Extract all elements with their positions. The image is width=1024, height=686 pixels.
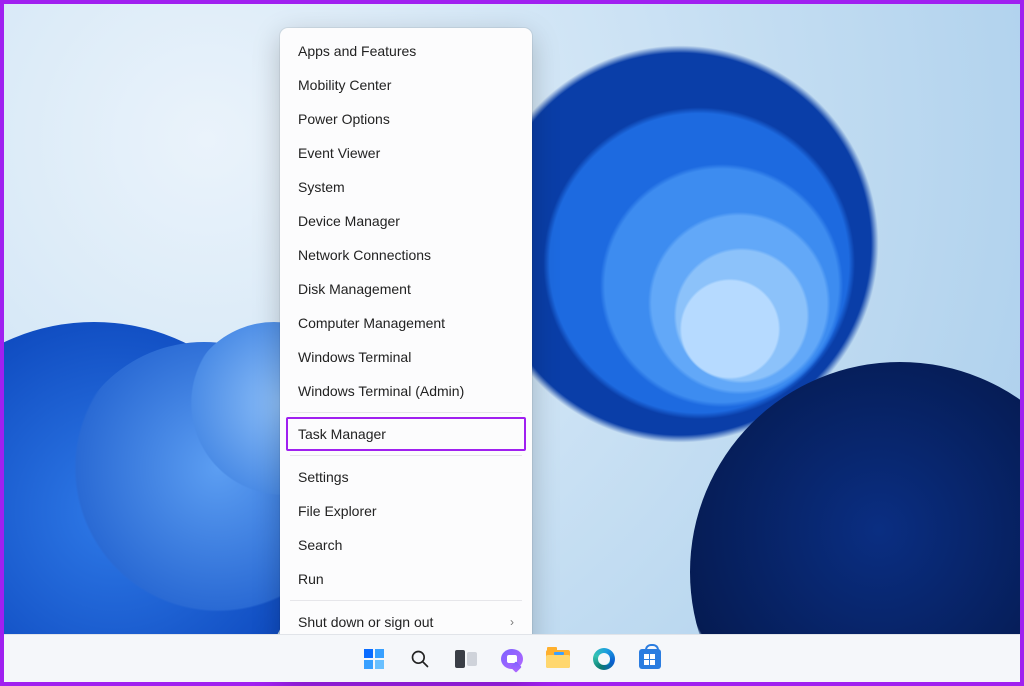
chevron-right-icon: › [510,613,514,631]
taskbar-store-button[interactable] [636,645,664,673]
menu-item-label: Shut down or sign out [298,613,433,631]
menu-item-label: Mobility Center [298,76,391,94]
menu-item-label: Search [298,536,342,554]
menu-item-run[interactable]: Run [280,562,532,596]
menu-item-power-options[interactable]: Power Options [280,102,532,136]
menu-item-network-connections[interactable]: Network Connections [280,238,532,272]
taskbar-edge-button[interactable] [590,645,618,673]
menu-item-event-viewer[interactable]: Event Viewer [280,136,532,170]
menu-item-windows-terminal[interactable]: Windows Terminal [280,340,532,374]
taskbar-file-explorer-button[interactable] [544,645,572,673]
menu-item-label: File Explorer [298,502,377,520]
menu-item-label: Device Manager [298,212,400,230]
task-view-icon [455,650,477,668]
menu-item-windows-terminal-admin[interactable]: Windows Terminal (Admin) [280,374,532,408]
menu-item-label: Run [298,570,324,588]
menu-item-computer-management[interactable]: Computer Management [280,306,532,340]
menu-separator [290,455,522,456]
menu-item-apps-and-features[interactable]: Apps and Features [280,34,532,68]
menu-item-label: System [298,178,345,196]
taskbar-task-view-button[interactable] [452,645,480,673]
menu-item-task-manager[interactable]: Task Manager [286,417,526,451]
menu-item-system[interactable]: System [280,170,532,204]
taskbar-chat-button[interactable] [498,645,526,673]
menu-item-file-explorer[interactable]: File Explorer [280,494,532,528]
menu-item-label: Windows Terminal (Admin) [298,382,464,400]
menu-item-device-manager[interactable]: Device Manager [280,204,532,238]
desktop-frame: Apps and Features Mobility Center Power Op… [0,0,1024,686]
edge-icon [593,648,615,670]
menu-item-label: Task Manager [298,425,386,443]
microsoft-store-icon [639,649,661,669]
menu-item-label: Event Viewer [298,144,380,162]
winx-context-menu[interactable]: Apps and Features Mobility Center Power Op… [280,28,532,679]
menu-item-label: Network Connections [298,246,431,264]
taskbar-search-button[interactable] [406,645,434,673]
menu-item-label: Computer Management [298,314,445,332]
menu-item-mobility-center[interactable]: Mobility Center [280,68,532,102]
menu-item-label: Windows Terminal [298,348,411,366]
menu-item-disk-management[interactable]: Disk Management [280,272,532,306]
menu-item-search[interactable]: Search [280,528,532,562]
menu-item-label: Settings [298,468,349,486]
file-explorer-icon [546,650,570,668]
menu-item-label: Apps and Features [298,42,416,60]
search-icon [410,649,430,669]
menu-item-label: Disk Management [298,280,411,298]
menu-separator [290,600,522,601]
menu-separator [290,412,522,413]
taskbar [4,634,1020,682]
menu-item-settings[interactable]: Settings [280,460,532,494]
chat-icon [501,649,523,669]
taskbar-start-button[interactable] [360,645,388,673]
menu-item-label: Power Options [298,110,390,128]
windows-logo-icon [364,649,384,669]
